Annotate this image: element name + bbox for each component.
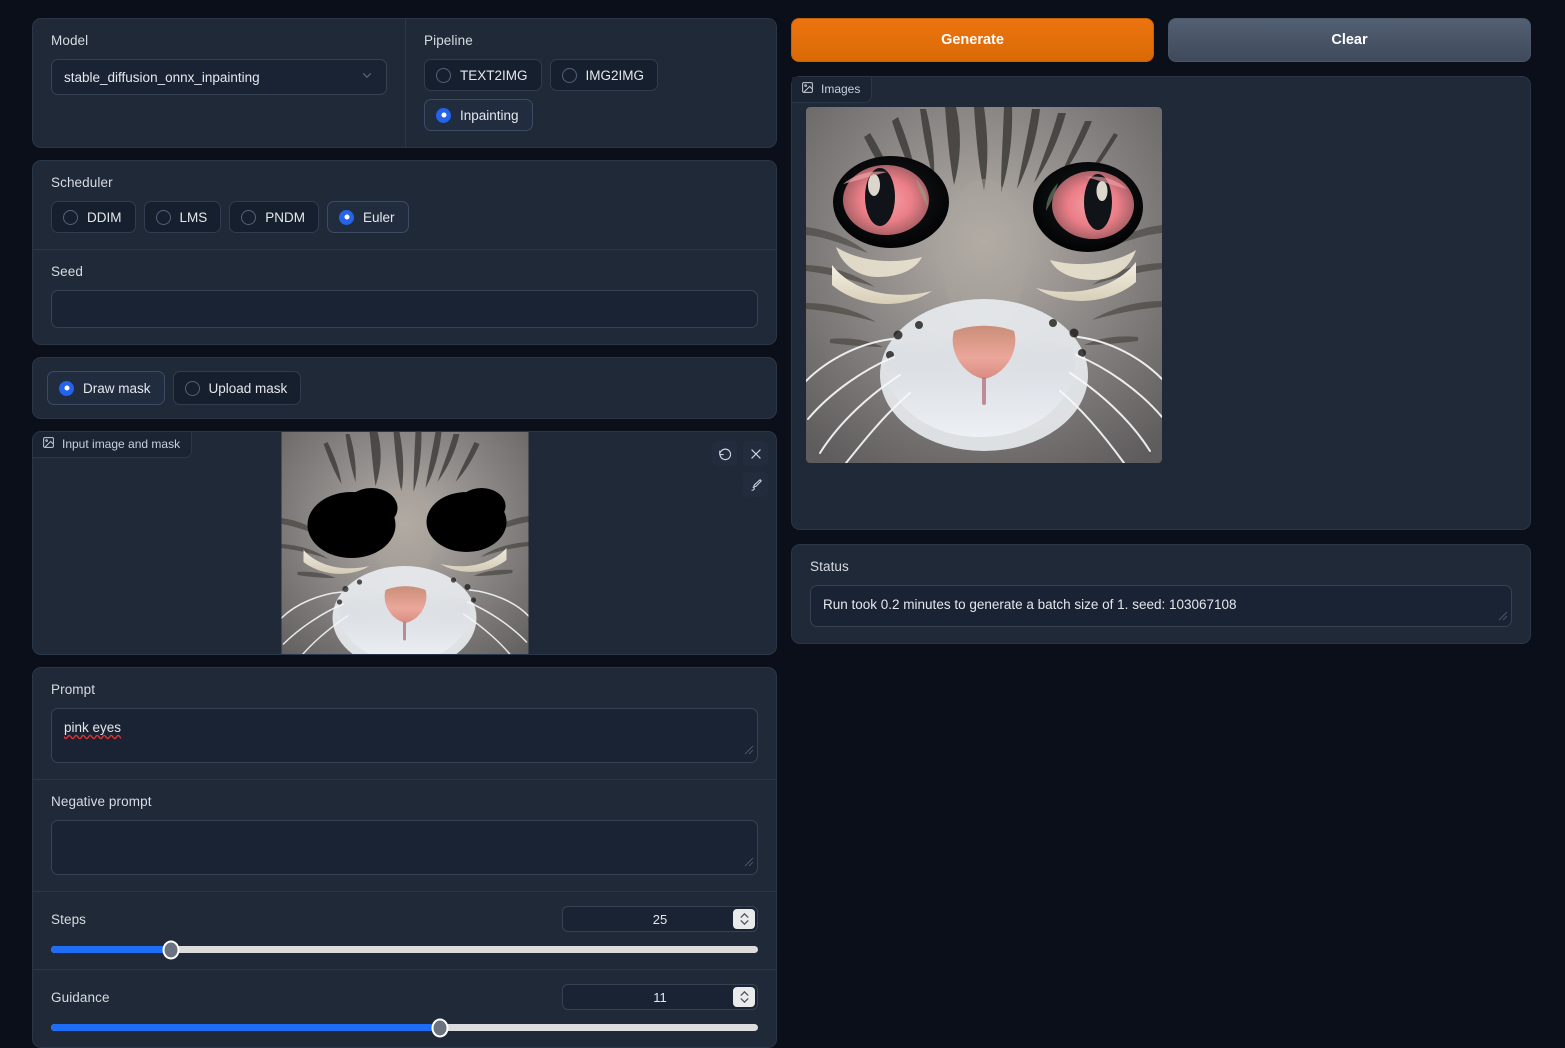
image-icon (801, 81, 814, 97)
status-text: Run took 0.2 minutes to generate a batch… (823, 597, 1237, 612)
gallery-tag-label: Images (821, 82, 861, 96)
mask-mode-label: Upload mask (208, 380, 288, 396)
steps-slider[interactable] (51, 940, 758, 959)
model-section: Model stable_diffusion_onnx_inpainting (33, 19, 406, 147)
steps-section: Steps 25 (33, 891, 776, 969)
app-root: Model stable_diffusion_onnx_inpainting P… (0, 0, 1565, 1048)
steps-slider-fill (51, 946, 172, 953)
status-textarea[interactable]: Run took 0.2 minutes to generate a batch… (810, 585, 1512, 627)
chevron-down-icon (360, 69, 374, 86)
scheduler-option-label: LMS (179, 209, 208, 225)
negative-prompt-section: Negative prompt (33, 779, 776, 891)
steps-stepper[interactable] (733, 909, 755, 929)
mask-mode-option-upload[interactable]: Upload mask (172, 371, 302, 405)
radio-dot-icon (339, 209, 355, 225)
pipeline-option-label: Inpainting (460, 107, 519, 123)
guidance-value: 11 (653, 989, 667, 1005)
radio-dot-icon (155, 209, 171, 225)
mask-mode-label: Draw mask (83, 380, 151, 396)
input-canvas-tag: Input image and mask (33, 432, 193, 458)
action-button-row: Generate Clear (791, 18, 1531, 62)
scheduler-option-lms[interactable]: LMS (143, 201, 222, 233)
steps-value: 25 (652, 911, 668, 927)
prompt-input[interactable]: pink eyes (51, 708, 758, 763)
radio-dot-icon (59, 380, 74, 396)
close-icon[interactable] (743, 441, 768, 466)
radio-dot-icon (436, 107, 451, 123)
scheduler-section: Scheduler DDIM LMS PNDM Euler (33, 161, 776, 249)
gallery-tag: Images (792, 77, 873, 103)
scheduler-option-ddim[interactable]: DDIM (51, 201, 136, 233)
negative-prompt-input[interactable] (51, 820, 758, 875)
radio-dot-icon (63, 209, 78, 225)
status-panel: Status Run took 0.2 minutes to generate … (791, 544, 1531, 644)
resize-grip-icon[interactable] (744, 853, 754, 872)
status-label: Status (810, 559, 849, 574)
prompt-label: Prompt (51, 682, 96, 697)
resize-grip-icon[interactable] (744, 741, 754, 760)
radio-dot-icon (561, 67, 577, 83)
steps-label: Steps (51, 911, 87, 927)
guidance-label: Guidance (51, 989, 110, 1005)
pipeline-label: Pipeline (424, 33, 473, 48)
pipeline-option-inpainting[interactable]: Inpainting (424, 99, 533, 131)
scheduler-option-label: PNDM (265, 209, 306, 225)
model-label: Model (51, 33, 89, 48)
canvas-toolbar (712, 441, 768, 497)
images-gallery-panel: Images (791, 76, 1531, 530)
radio-dot-icon (184, 380, 200, 396)
scheduler-option-pndm[interactable]: PNDM (229, 201, 320, 233)
seed-label: Seed (51, 264, 83, 279)
input-canvas-tag-label: Input image and mask (62, 437, 181, 451)
scheduler-option-euler[interactable]: Euler (327, 201, 409, 233)
model-pipeline-panel: Model stable_diffusion_onnx_inpainting P… (32, 18, 777, 148)
input-image-canvas[interactable]: Input image and mask (32, 431, 777, 655)
pipeline-option-text2img[interactable]: TEXT2IMG (424, 59, 542, 91)
clear-button[interactable]: Clear (1168, 18, 1531, 62)
steps-slider-thumb[interactable] (162, 940, 180, 959)
scheduler-option-label: DDIM (87, 209, 122, 225)
prompt-section: Prompt pink eyes (33, 668, 776, 779)
mask-mode-radio-group: Draw mask Upload mask (47, 371, 762, 405)
scheduler-label: Scheduler (51, 175, 113, 190)
guidance-section: Guidance 11 (33, 969, 776, 1047)
seed-input[interactable] (51, 290, 758, 328)
pipeline-radio-group: TEXT2IMG IMG2IMG Inpainting (424, 59, 758, 131)
pipeline-option-img2img[interactable]: IMG2IMG (549, 59, 659, 91)
left-column: Model stable_diffusion_onnx_inpainting P… (32, 18, 777, 1048)
model-select-value: stable_diffusion_onnx_inpainting (64, 69, 260, 85)
guidance-slider-thumb[interactable] (431, 1018, 449, 1037)
resize-grip-icon[interactable] (1498, 609, 1508, 624)
undo-icon[interactable] (712, 441, 737, 466)
scheduler-radio-group: DDIM LMS PNDM Euler (51, 201, 758, 233)
pipeline-option-label: TEXT2IMG (460, 67, 528, 83)
pipeline-section: Pipeline TEXT2IMG IMG2IMG Inpainting (406, 19, 776, 147)
guidance-slider-fill (51, 1024, 440, 1031)
radio-dot-icon (436, 67, 451, 83)
guidance-number-input[interactable]: 11 (562, 984, 758, 1010)
prompt-value: pink eyes (64, 720, 122, 735)
prompt-settings-panel: Prompt pink eyes Negative prompt Steps 2… (32, 667, 777, 1048)
generated-image[interactable] (806, 107, 1162, 463)
negative-prompt-label: Negative prompt (51, 794, 152, 809)
model-select[interactable]: stable_diffusion_onnx_inpainting (51, 59, 387, 95)
generate-button[interactable]: Generate (791, 18, 1154, 62)
steps-number-input[interactable]: 25 (562, 906, 758, 932)
pipeline-option-label: IMG2IMG (585, 67, 645, 83)
image-icon (42, 436, 55, 452)
input-cat-image (280, 432, 529, 654)
mask-mode-panel: Draw mask Upload mask (32, 357, 777, 419)
scheduler-seed-panel: Scheduler DDIM LMS PNDM Euler Seed (32, 160, 777, 345)
seed-section: Seed (33, 249, 776, 344)
guidance-slider[interactable] (51, 1018, 758, 1037)
guidance-stepper[interactable] (733, 987, 755, 1007)
brush-icon[interactable] (743, 472, 768, 497)
right-column: Generate Clear Images Status Run took 0.… (791, 18, 1531, 1048)
mask-mode-option-draw[interactable]: Draw mask (47, 371, 165, 405)
radio-dot-icon (241, 209, 257, 225)
scheduler-option-label: Euler (363, 209, 395, 225)
